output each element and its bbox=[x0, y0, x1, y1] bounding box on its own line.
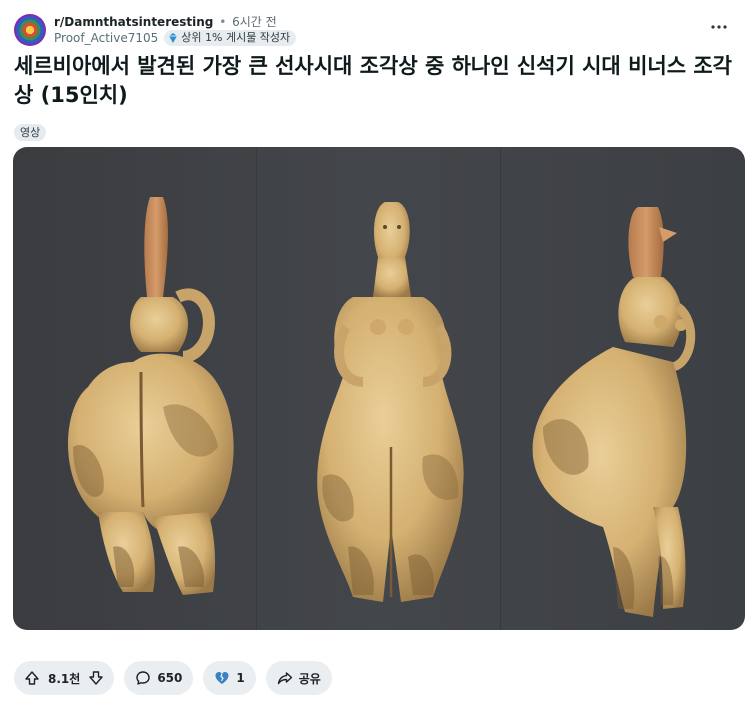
share-icon bbox=[277, 672, 292, 685]
subreddit-avatar[interactable] bbox=[14, 14, 46, 46]
venus-figurines-image bbox=[13, 147, 745, 630]
post-actions-bar: 8.1천 650 1 공유 bbox=[14, 661, 332, 695]
post-flair-tag[interactable]: 영상 bbox=[14, 124, 47, 141]
post-image[interactable] bbox=[13, 147, 745, 630]
post-header: r/Damnthatsinteresting • 6시간 전 Proof_Act… bbox=[14, 12, 734, 46]
author-line: Proof_Active7105 상위 1% 게시물 작성자 bbox=[54, 30, 297, 46]
author-username[interactable]: Proof_Active7105 bbox=[54, 30, 158, 46]
comments-count: 650 bbox=[157, 671, 183, 685]
comments-button[interactable]: 650 bbox=[124, 661, 194, 695]
separator-dot: • bbox=[219, 15, 227, 29]
author-flair-label: 상위 1% 게시물 작성자 bbox=[181, 31, 291, 44]
subreddit-name[interactable]: r/Damnthatsinteresting bbox=[54, 15, 213, 29]
comment-icon bbox=[136, 671, 151, 685]
broken-heart-icon bbox=[215, 672, 229, 684]
more-options-button[interactable] bbox=[708, 16, 730, 38]
author-flair: 상위 1% 게시물 작성자 bbox=[164, 30, 297, 46]
more-horizontal-icon bbox=[711, 25, 727, 29]
share-button[interactable]: 공유 bbox=[265, 661, 332, 695]
downvote-icon[interactable] bbox=[88, 670, 104, 686]
vote-count: 8.1천 bbox=[48, 671, 81, 686]
top-poster-icon bbox=[169, 33, 178, 43]
post-title[interactable]: 세르비아에서 발견된 가장 큰 선사시대 조각상 중 하나인 신석기 시대 비너… bbox=[14, 52, 739, 110]
award-count: 1 bbox=[236, 671, 245, 685]
upvote-icon[interactable] bbox=[24, 670, 40, 686]
vote-control: 8.1천 bbox=[14, 661, 115, 695]
post-time: 6시간 전 bbox=[232, 15, 277, 29]
share-label: 공유 bbox=[298, 671, 321, 686]
award-button[interactable]: 1 bbox=[203, 661, 256, 695]
subreddit-line: r/Damnthatsinteresting • 6시간 전 bbox=[54, 14, 277, 30]
